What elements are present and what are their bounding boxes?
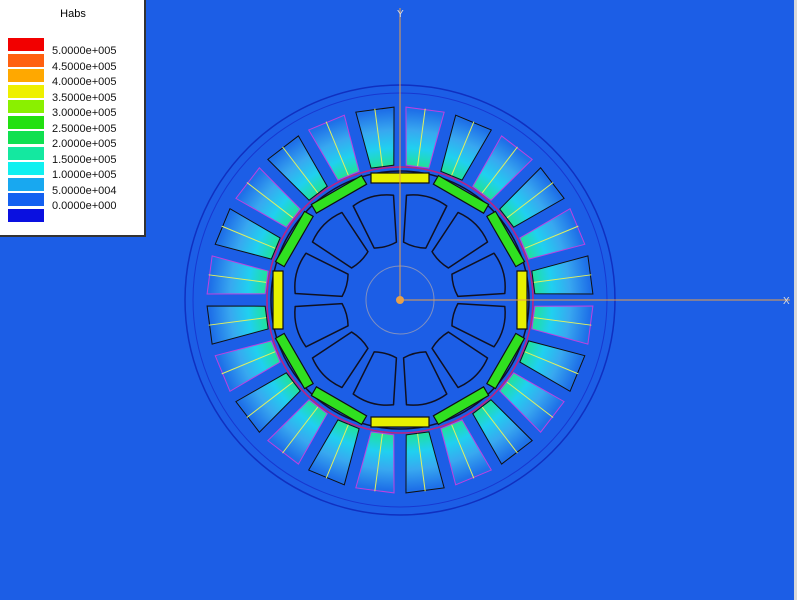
origin-marker [396, 296, 404, 304]
stator-slot [405, 431, 445, 494]
legend-swatch [8, 38, 44, 51]
legend-title: Habs [60, 8, 86, 20]
legend-swatch [8, 208, 44, 222]
legend-swatch [8, 100, 44, 113]
stator-slot [206, 305, 269, 345]
stator-slot [206, 255, 269, 295]
stator-slot [531, 305, 594, 345]
legend-entry: 2.5000e+005 [8, 115, 148, 135]
y-axis-label: Y [397, 9, 404, 20]
x-axis-label: X [783, 296, 790, 307]
color-legend: Habs 5.0000e+005 4.5000e+005 4.0000e+005 3.… [0, 0, 146, 237]
permanent-magnet [370, 416, 430, 428]
legend-entry: 4.0000e+005 [8, 69, 148, 88]
legend-swatch [8, 193, 44, 206]
legend-swatch [8, 131, 44, 144]
legend-swatch [8, 69, 44, 82]
legend-entry [8, 208, 148, 222]
stator-slot [405, 106, 445, 169]
stator-slot [355, 431, 395, 494]
permanent-magnet [272, 270, 284, 330]
stator-slot [531, 255, 594, 295]
legend-entry: 3.0000e+005 [8, 100, 148, 119]
legend-entry: 5.0000e+005 [8, 38, 148, 57]
legend-entry: 1.0000e+005 [8, 162, 148, 181]
legend-entry: 0.0000e+000 [8, 193, 148, 212]
legend-entry: 2.0000e+005 [8, 131, 148, 150]
legend-entry: 3.5000e+005 [8, 84, 148, 104]
legend-entry: 1.5000e+005 [8, 146, 148, 166]
legend-swatch [8, 177, 44, 191]
legend-swatch [8, 53, 44, 67]
legend-entry: 4.5000e+005 [8, 53, 148, 73]
legend-entry: 5.0000e+004 [8, 177, 148, 197]
legend-swatch [8, 115, 44, 129]
legend-swatch [8, 146, 44, 160]
stator-slot [355, 106, 395, 169]
legend-swatch [8, 162, 44, 175]
legend-swatch [8, 84, 44, 98]
